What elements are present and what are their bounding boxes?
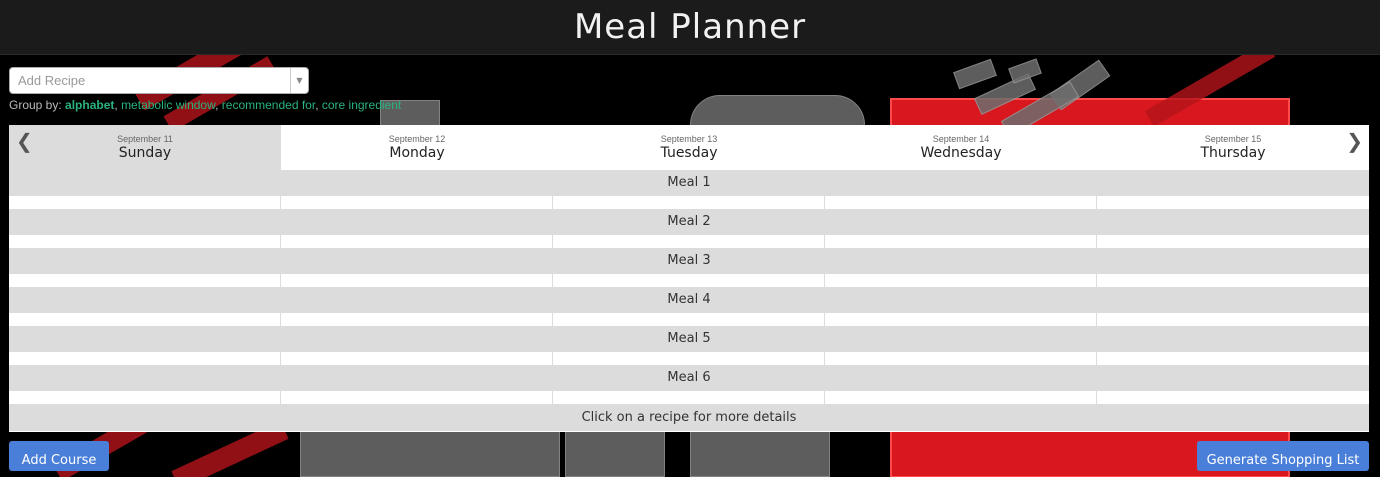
chevron-right-icon[interactable]: ❯	[1346, 131, 1363, 151]
meal-slot[interactable]	[825, 391, 1097, 404]
add-course-button[interactable]: Add Course	[9, 441, 109, 471]
meal-slot[interactable]	[9, 352, 281, 365]
meal-slot[interactable]	[9, 391, 281, 404]
background-shape	[300, 430, 560, 477]
triangle-down-icon[interactable]: ▼	[290, 68, 308, 93]
group-by-options: Group by: alphabet, metabolic window, re…	[9, 98, 401, 112]
meal-row: Meal 4	[9, 287, 1369, 326]
group-by-label: Group by:	[9, 98, 62, 112]
day-column-monday[interactable]: September 12 Monday	[281, 125, 553, 170]
meal-slot[interactable]	[281, 274, 553, 287]
meal-planner-grid: September 11 Sunday September 12 Monday …	[9, 125, 1369, 432]
meal-slot[interactable]	[9, 196, 281, 209]
separator: ,	[215, 98, 222, 112]
day-name: Wednesday	[920, 145, 1002, 161]
meal-cells	[9, 352, 1369, 365]
group-by-alphabet[interactable]: alphabet	[65, 98, 114, 112]
meal-slot[interactable]	[281, 196, 553, 209]
day-date: September 11	[117, 134, 173, 144]
meal-header: Meal 4	[9, 287, 1369, 313]
meal-slot[interactable]	[553, 313, 825, 326]
day-name: Sunday	[118, 145, 172, 161]
day-column-sunday[interactable]: September 11 Sunday	[9, 125, 281, 170]
meal-slot[interactable]	[9, 313, 281, 326]
meal-slot[interactable]	[825, 196, 1097, 209]
meal-slot[interactable]	[553, 274, 825, 287]
meal-slot[interactable]	[281, 352, 553, 365]
chevron-left-icon[interactable]: ❮	[16, 131, 33, 151]
meal-slot[interactable]	[553, 391, 825, 404]
day-name: Tuesday	[660, 145, 718, 161]
generate-shopping-list-button[interactable]: Generate Shopping List	[1197, 441, 1369, 471]
add-recipe-placeholder: Add Recipe	[18, 73, 86, 88]
meal-slot[interactable]	[1097, 235, 1369, 248]
background-shape	[953, 58, 997, 90]
meal-slot[interactable]	[553, 352, 825, 365]
day-date: September 15	[1204, 134, 1262, 144]
meal-slot[interactable]	[281, 235, 553, 248]
meal-header: Meal 2	[9, 209, 1369, 235]
meal-slot[interactable]	[1097, 274, 1369, 287]
meal-slot[interactable]	[825, 274, 1097, 287]
meal-row: Meal 2	[9, 209, 1369, 248]
meal-slot[interactable]	[281, 391, 553, 404]
top-bar: Meal Planner	[0, 0, 1380, 55]
meal-row: Meal 1	[9, 170, 1369, 209]
background-shape	[690, 430, 830, 477]
meal-slot[interactable]	[1097, 352, 1369, 365]
group-by-core-ingredient[interactable]: core ingredient	[322, 98, 401, 112]
add-recipe-dropdown[interactable]: Add Recipe ▼	[9, 67, 309, 94]
day-name: Thursday	[1200, 145, 1266, 161]
separator: ,	[315, 98, 322, 112]
meal-slot[interactable]	[1097, 391, 1369, 404]
meal-cells	[9, 196, 1369, 209]
day-date: September 13	[660, 134, 718, 144]
meal-slot[interactable]	[9, 235, 281, 248]
background-shape	[565, 430, 665, 477]
meal-slot[interactable]	[1097, 196, 1369, 209]
group-by-metabolic-window[interactable]: metabolic window	[121, 98, 215, 112]
meal-cells	[9, 274, 1369, 287]
meal-cells	[9, 391, 1369, 404]
details-hint: Click on a recipe for more details	[9, 404, 1369, 431]
meal-slot[interactable]	[553, 235, 825, 248]
day-date: September 12	[388, 134, 446, 144]
meal-slot[interactable]	[825, 352, 1097, 365]
day-column-tuesday[interactable]: September 13 Tuesday	[553, 125, 825, 170]
meal-cells	[9, 235, 1369, 248]
meal-slot[interactable]	[9, 274, 281, 287]
day-name: Monday	[389, 145, 445, 161]
meal-header: Meal 5	[9, 326, 1369, 352]
meal-row: Meal 5	[9, 326, 1369, 365]
meal-slot[interactable]	[825, 235, 1097, 248]
group-by-recommended-for[interactable]: recommended for	[222, 98, 315, 112]
meal-header: Meal 3	[9, 248, 1369, 274]
meal-slot[interactable]	[1097, 313, 1369, 326]
meal-slot[interactable]	[825, 313, 1097, 326]
meal-cells	[9, 313, 1369, 326]
meal-header: Meal 6	[9, 365, 1369, 391]
meal-slot[interactable]	[281, 313, 553, 326]
page-title: Meal Planner	[573, 7, 807, 47]
meal-header: Meal 1	[9, 170, 1369, 196]
day-column-wednesday[interactable]: September 14 Wednesday	[825, 125, 1097, 170]
day-header-row: September 11 Sunday September 12 Monday …	[9, 125, 1369, 170]
day-column-thursday[interactable]: September 15 Thursday	[1097, 125, 1369, 170]
meal-row: Meal 6	[9, 365, 1369, 404]
meal-slot[interactable]	[553, 196, 825, 209]
day-date: September 14	[932, 134, 990, 144]
meal-row: Meal 3	[9, 248, 1369, 287]
